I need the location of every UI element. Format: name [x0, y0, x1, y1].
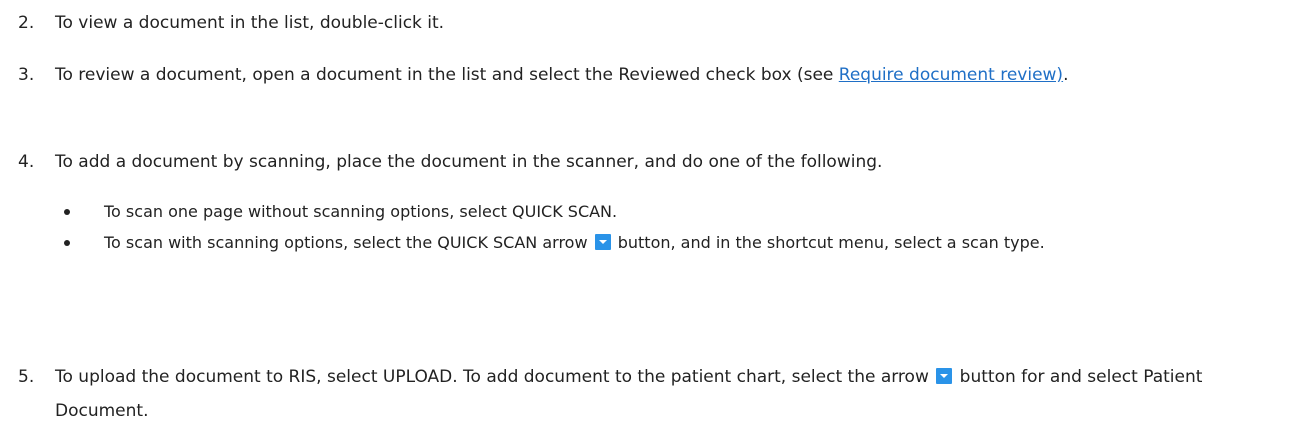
step-text: To view a document in the list, double-c…: [55, 13, 445, 33]
step-text: To review a document, open a document in…: [55, 58, 1299, 92]
bullet-icon: [64, 209, 70, 215]
list-item: To scan with scanning options, select th…: [64, 229, 1299, 256]
document-page: 2. To view a document in the list, doubl…: [0, 0, 1309, 446]
dropdown-arrow-icon[interactable]: [594, 234, 611, 250]
list-item-text: To scan one page without scanning option…: [104, 202, 618, 221]
step-number: 3.: [18, 65, 35, 85]
step-2: 2. To view a document in the list, doubl…: [18, 6, 1299, 40]
list-item-text: To scan with scanning options, select th…: [104, 229, 1299, 256]
list-item-text-part: button, and in the shortcut menu, select…: [612, 233, 1045, 252]
list-item-text-part: To scan with scanning options, select th…: [104, 233, 588, 252]
list-item: To scan one page without scanning option…: [64, 198, 1299, 225]
step-4: 4. To add a document by scanning, place …: [18, 145, 1299, 179]
step-text-part: To upload the document to RIS, select UP…: [55, 367, 929, 387]
bullet-icon: [64, 240, 70, 246]
step-number: 5.: [18, 367, 35, 387]
step-text-part: To review a document, open a document in…: [55, 65, 839, 85]
step-text-part: .: [1063, 65, 1069, 85]
dropdown-arrow-icon[interactable]: [936, 368, 953, 384]
step-text: To upload the document to RIS, select UP…: [55, 360, 1299, 428]
step-text: To add a document by scanning, place the…: [55, 152, 883, 172]
step-5: 5. To upload the document to RIS, select…: [18, 360, 1299, 428]
scan-options-list: To scan one page without scanning option…: [0, 198, 1299, 256]
step-3: 3. To review a document, open a document…: [18, 58, 1299, 92]
step-number: 4.: [18, 152, 35, 172]
step-number: 2.: [18, 13, 35, 33]
require-document-review-link[interactable]: Require document review): [839, 65, 1063, 85]
